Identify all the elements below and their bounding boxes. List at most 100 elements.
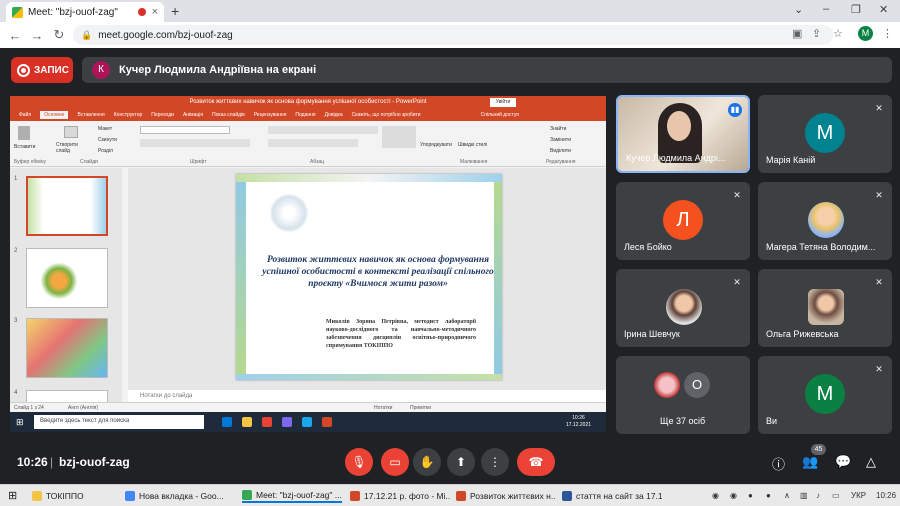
participant-tile[interactable]: ✕ Ольга Рижевська <box>758 269 892 347</box>
participant-tile[interactable]: ✕ Л Леся Бойко <box>616 182 750 260</box>
back-arrow-icon[interactable]: ← <box>4 28 26 43</box>
browser-tab-meet[interactable]: Meet: "bzj-ouof-zag" × <box>6 2 164 22</box>
explorer-icon[interactable] <box>242 417 252 427</box>
shapes-gallery[interactable] <box>382 126 416 148</box>
profile-avatar[interactable]: M <box>858 26 873 41</box>
find-label[interactable]: Знайти <box>550 126 566 132</box>
paragraph-buttons[interactable] <box>268 126 378 134</box>
status-comments-button[interactable]: Примітки <box>410 405 431 411</box>
ppt-tab-home[interactable]: Основне <box>40 111 69 119</box>
skype-icon[interactable] <box>302 417 312 427</box>
info-icon[interactable]: ⓘ <box>772 454 785 473</box>
paste-icon[interactable] <box>18 126 30 140</box>
ppt-tab[interactable]: Переходи <box>151 112 174 118</box>
paste-label[interactable]: Вставити <box>14 144 35 150</box>
reset-label[interactable]: Скинути <box>98 137 117 143</box>
ppt-tab[interactable]: Файл <box>19 112 31 118</box>
ppt-tab[interactable]: Конструктор <box>114 112 143 118</box>
quick-styles-label[interactable]: Швидкі стилі <box>458 142 492 148</box>
share-icon[interactable]: ⇪ <box>812 27 821 40</box>
present-button[interactable]: ⬆ <box>447 448 475 476</box>
new-tab-button[interactable]: + <box>171 3 179 19</box>
taskbar-item[interactable]: Розвиток життєвих н... <box>456 489 556 503</box>
participant-tile[interactable]: ✕ Магера Тетяна Володим... <box>758 182 892 260</box>
volume-icon[interactable]: ♪ <box>816 491 820 500</box>
edge-icon[interactable] <box>222 417 232 427</box>
participant-tile-presenter[interactable]: ▮▮ Кучер Людмила Андрі... <box>616 95 750 173</box>
minimize-button[interactable]: – <box>823 3 829 15</box>
viber-icon[interactable] <box>282 417 292 427</box>
font-select[interactable] <box>140 126 230 134</box>
maximize-button[interactable]: ❐ <box>851 3 861 16</box>
select-label[interactable]: Виділити <box>550 148 571 154</box>
mic-off-button[interactable]: 🎙 <box>345 448 373 476</box>
keyboard-language[interactable]: УКР <box>851 491 866 500</box>
slide-thumbnail[interactable] <box>26 318 108 378</box>
chat-icon[interactable]: 💬 <box>835 454 851 470</box>
taskbar-item[interactable]: стаття на сайт за 17.1... <box>562 489 662 503</box>
participant-tile-more[interactable]: О Ще 37 осіб <box>616 356 750 434</box>
raise-hand-button[interactable]: ✋ <box>413 448 441 476</box>
slide-notes[interactable]: Нотатки до слайда <box>128 390 606 402</box>
tray-expand-icon[interactable]: ∧ <box>784 491 790 500</box>
ppt-title-bar: Розвиток життєвих навичок як основа форм… <box>10 96 606 109</box>
participant-tile[interactable]: ✕ Ірина Шевчук <box>616 269 750 347</box>
current-slide[interactable]: Розвиток життєвих навичок як основа форм… <box>236 174 502 380</box>
taskbar-item[interactable]: 17.12.21 р. фото - Mi... <box>350 489 450 503</box>
system-clock[interactable]: 10:26 <box>876 491 896 500</box>
tray-app-icon[interactable]: ● <box>766 491 771 500</box>
alignment-buttons[interactable] <box>268 139 358 147</box>
tray-app-icon[interactable]: ● <box>748 491 753 500</box>
new-slide-label[interactable]: Створити слайд <box>56 142 90 154</box>
font-format-buttons[interactable] <box>140 139 250 147</box>
new-slide-icon[interactable] <box>64 126 78 138</box>
windows-start-icon[interactable]: ⊞ <box>16 417 24 428</box>
ppt-tab[interactable]: Вставлення <box>77 112 104 118</box>
slide-thumbnail[interactable] <box>26 248 108 308</box>
url-text: meet.google.com/bzj-ouof-zag <box>98 29 233 41</box>
ppt-tab[interactable]: Показ слайдів <box>212 112 245 118</box>
star-icon[interactable]: ☆ <box>833 27 843 40</box>
address-bar[interactable]: 🔒 meet.google.com/bzj-ouof-zag <box>73 25 833 45</box>
ppt-tab[interactable]: Рецензування <box>254 112 287 118</box>
close-window-button[interactable]: ✕ <box>879 3 888 16</box>
tab-close-icon[interactable]: × <box>152 6 158 18</box>
taskbar-item[interactable]: ТОКІППО <box>32 489 122 503</box>
network-icon[interactable]: ▥ <box>800 491 808 500</box>
powerpoint-icon[interactable] <box>322 417 332 427</box>
more-options-button[interactable]: ⋮ <box>481 448 509 476</box>
windows-search-box[interactable]: Введите здесь текст для поиска <box>34 415 204 429</box>
camera-off-button[interactable]: ▭ <box>381 448 409 476</box>
participant-tile-self[interactable]: ✕ М Ви <box>758 356 892 434</box>
battery-icon[interactable]: ▭ <box>832 491 840 500</box>
arrange-label[interactable]: Упорядкувати <box>420 142 454 148</box>
windows-start-icon[interactable]: ⊞ <box>8 489 17 502</box>
reload-icon[interactable]: ↻ <box>48 27 70 43</box>
menu-dots-icon[interactable]: ⋮ <box>882 27 893 40</box>
ppt-tab[interactable]: Довідка <box>325 112 343 118</box>
chrome-icon[interactable] <box>262 417 272 427</box>
activities-icon[interactable]: △ <box>866 454 876 470</box>
section-label[interactable]: Розділ <box>98 148 113 154</box>
participant-avatar: О <box>684 372 710 398</box>
camera-icon[interactable]: ▣ <box>792 27 802 40</box>
ppt-tab[interactable]: Анімація <box>183 112 203 118</box>
tray-app-icon[interactable]: ◉ <box>712 491 719 500</box>
layout-label[interactable]: Макет <box>98 126 112 132</box>
ppt-tab[interactable]: Подання <box>295 112 315 118</box>
tab-search-icon[interactable]: ⌄ <box>794 3 803 16</box>
slide-thumbnail[interactable] <box>26 176 108 236</box>
ppt-signin-button[interactable]: Увійти <box>490 98 516 107</box>
tray-app-icon[interactable]: ◉ <box>730 491 737 500</box>
status-notes-button[interactable]: Нотатки <box>374 405 392 411</box>
ppt-tell-me[interactable]: Скажіть, що потрібно зробити <box>352 112 421 118</box>
taskbar-item[interactable]: Нова вкладка - Goo... <box>125 489 239 503</box>
participant-tile[interactable]: ✕ М Марія Каній <box>758 95 892 173</box>
people-icon[interactable]: 👥 <box>802 454 818 470</box>
forward-arrow-icon[interactable]: → <box>26 28 48 43</box>
ppt-share-button[interactable]: Спільний доступ <box>481 112 519 118</box>
more-participants-label: Ще 37 осіб <box>660 416 706 426</box>
taskbar-item-active[interactable]: Meet: "bzj-ouof-zag" ... <box>242 489 342 503</box>
leave-call-button[interactable]: ☎ <box>517 448 555 476</box>
replace-label[interactable]: Замінити <box>550 137 571 143</box>
